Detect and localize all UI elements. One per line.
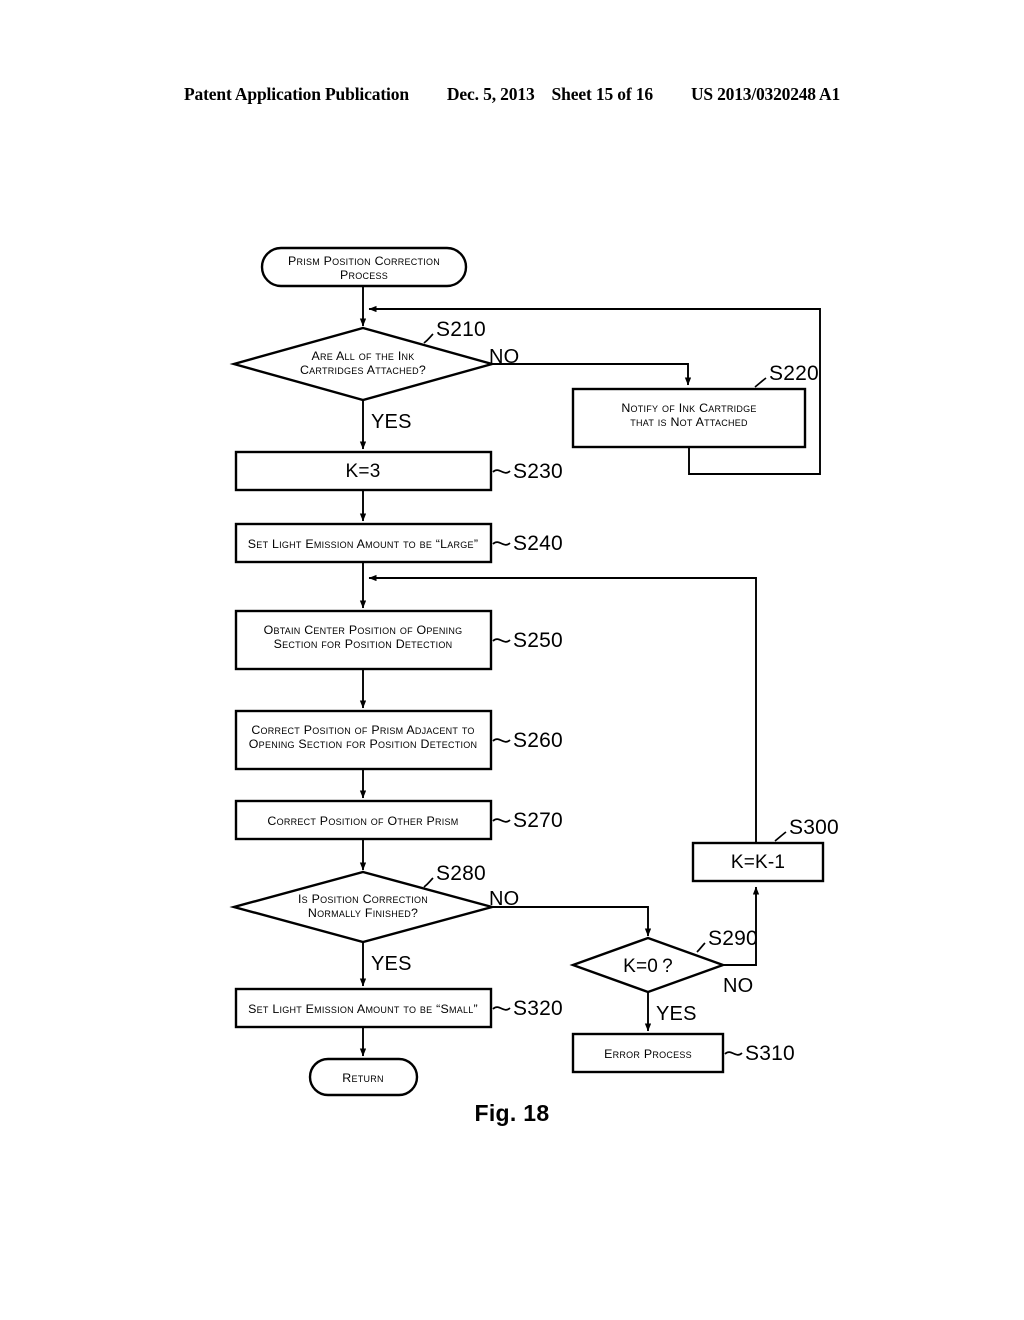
s210-yes-branch-label: YES: [371, 411, 412, 433]
edge-s280-no-path: [492, 906, 652, 937]
s260-label-line2: Opening Section for Position Detection: [249, 737, 477, 751]
s240-label-line1: Set Light Emission Amount to be “Large”: [248, 537, 478, 551]
s300-label-line1: K=K-1: [731, 852, 785, 873]
s280-step-id: S280: [436, 862, 486, 885]
header-sheet-label: Sheet 15 of 16: [551, 84, 654, 104]
s280-label-line2: Normally Finished?: [308, 906, 418, 920]
node-s310: Error Process S310: [571, 1032, 795, 1074]
s270-label-line1: Correct Position of Other Prism: [267, 814, 458, 828]
s280-step-leader: [423, 877, 434, 888]
node-s240: Set Light Emission Amount to be “Large” …: [234, 522, 563, 564]
s310-step-id: S310: [745, 1042, 795, 1065]
return-label: Return: [342, 1071, 383, 1085]
s320-step-id: S320: [513, 997, 563, 1020]
header-publication-label: Patent Application Publication: [183, 84, 409, 104]
s220-label-line1: Notify of Ink Cartridge: [621, 401, 756, 415]
edge-s290-no-path: [723, 886, 760, 966]
s270-step-id: S270: [513, 809, 563, 832]
node-s300: K=K-1 S300: [691, 816, 839, 883]
s230-label-line1: K=3: [346, 461, 381, 482]
s280-label-line1: Is Position Correction: [298, 892, 428, 906]
node-s260: Correct Position of Prism Adjacent to Op…: [234, 709, 563, 771]
s210-label-line2: Cartridges Attached?: [300, 363, 426, 377]
s240-step-leader: [492, 541, 511, 546]
s300-step-leader: [774, 831, 787, 842]
figure-caption: Fig. 18: [474, 1100, 550, 1126]
s210-no-branch-label: NO: [489, 346, 519, 368]
edge-s210-yes-to-s230: YES: [359, 400, 412, 450]
edge-s210-no-to-s220: NO: [489, 346, 692, 386]
node-s320: Set Light Emission Amount to be “Small” …: [234, 987, 563, 1029]
s260-label-line1: Correct Position of Prism Adjacent to: [251, 723, 474, 737]
node-s250: Obtain Center Position of Opening Sectio…: [234, 609, 563, 671]
node-s280: Is Position Correction Normally Finished…: [229, 862, 497, 944]
s210-step-id: S210: [436, 318, 486, 341]
edge-s280-no-to-s290: NO: [489, 888, 652, 937]
s250-step-id: S250: [513, 629, 563, 652]
node-s230: K=3 S230: [234, 450, 563, 492]
s300-step-id: S300: [789, 816, 839, 839]
s290-step-leader: [696, 942, 706, 953]
s290-yes-branch-label: YES: [656, 1003, 697, 1025]
s210-label-line1: Are All of the Ink: [311, 349, 414, 363]
edge-s210-no-path: [492, 363, 692, 386]
s280-no-branch-label: NO: [489, 888, 519, 910]
figure-flowchart: Prism Position Correction Process Are Al…: [0, 180, 1024, 1180]
s280-yes-branch-label: YES: [371, 953, 412, 975]
s270-step-leader: [492, 818, 511, 823]
node-s270: Correct Position of Other Prism S270: [234, 799, 563, 841]
header-patent-number-label: US 2013/0320248 A1: [690, 84, 841, 104]
s250-label-line1: Obtain Center Position of Opening: [264, 623, 463, 637]
edge-s280-yes-to-s320: YES: [359, 942, 412, 987]
node-start: Prism Position Correction Process: [260, 246, 468, 288]
s220-step-id: S220: [769, 362, 819, 385]
s260-step-leader: [492, 738, 511, 743]
node-s220: Notify of Ink Cartridge that is Not Atta…: [571, 362, 819, 449]
page-header: Patent Application Publication Dec. 5, 2…: [0, 84, 1024, 114]
patent-page: Patent Application Publication Dec. 5, 2…: [0, 0, 1024, 1320]
s250-step-leader: [492, 638, 511, 643]
s210-step-leader: [423, 333, 434, 344]
edge-s290-yes-to-s310: YES: [644, 992, 697, 1032]
s220-label-line2: that is Not Attached: [630, 415, 748, 429]
flowchart-diagram: Prism Position Correction Process Are Al…: [229, 246, 839, 1097]
header-date-label: Dec. 5, 2013: [446, 84, 535, 104]
s240-step-id: S240: [513, 532, 563, 555]
s310-step-leader: [724, 1051, 743, 1056]
s250-label-line2: Section for Position Detection: [274, 637, 453, 651]
s260-step-id: S260: [513, 729, 563, 752]
s290-label-line1: K=0 ?: [623, 956, 673, 977]
s230-step-leader: [492, 469, 511, 474]
start-label-line2: Process: [340, 268, 388, 282]
start-label-line1: Prism Position Correction: [288, 254, 440, 268]
s290-step-id: S290: [708, 927, 758, 950]
s310-label-line1: Error Process: [604, 1047, 692, 1061]
s290-no-branch-label: NO: [723, 975, 753, 997]
s320-label-line1: Set Light Emission Amount to be “Small”: [248, 1002, 478, 1016]
s320-step-leader: [492, 1006, 511, 1011]
node-s210: Are All of the Ink Cartridges Attached? …: [229, 318, 497, 402]
node-return: Return: [308, 1057, 419, 1097]
s230-step-id: S230: [513, 460, 563, 483]
s220-step-leader: [754, 377, 767, 388]
